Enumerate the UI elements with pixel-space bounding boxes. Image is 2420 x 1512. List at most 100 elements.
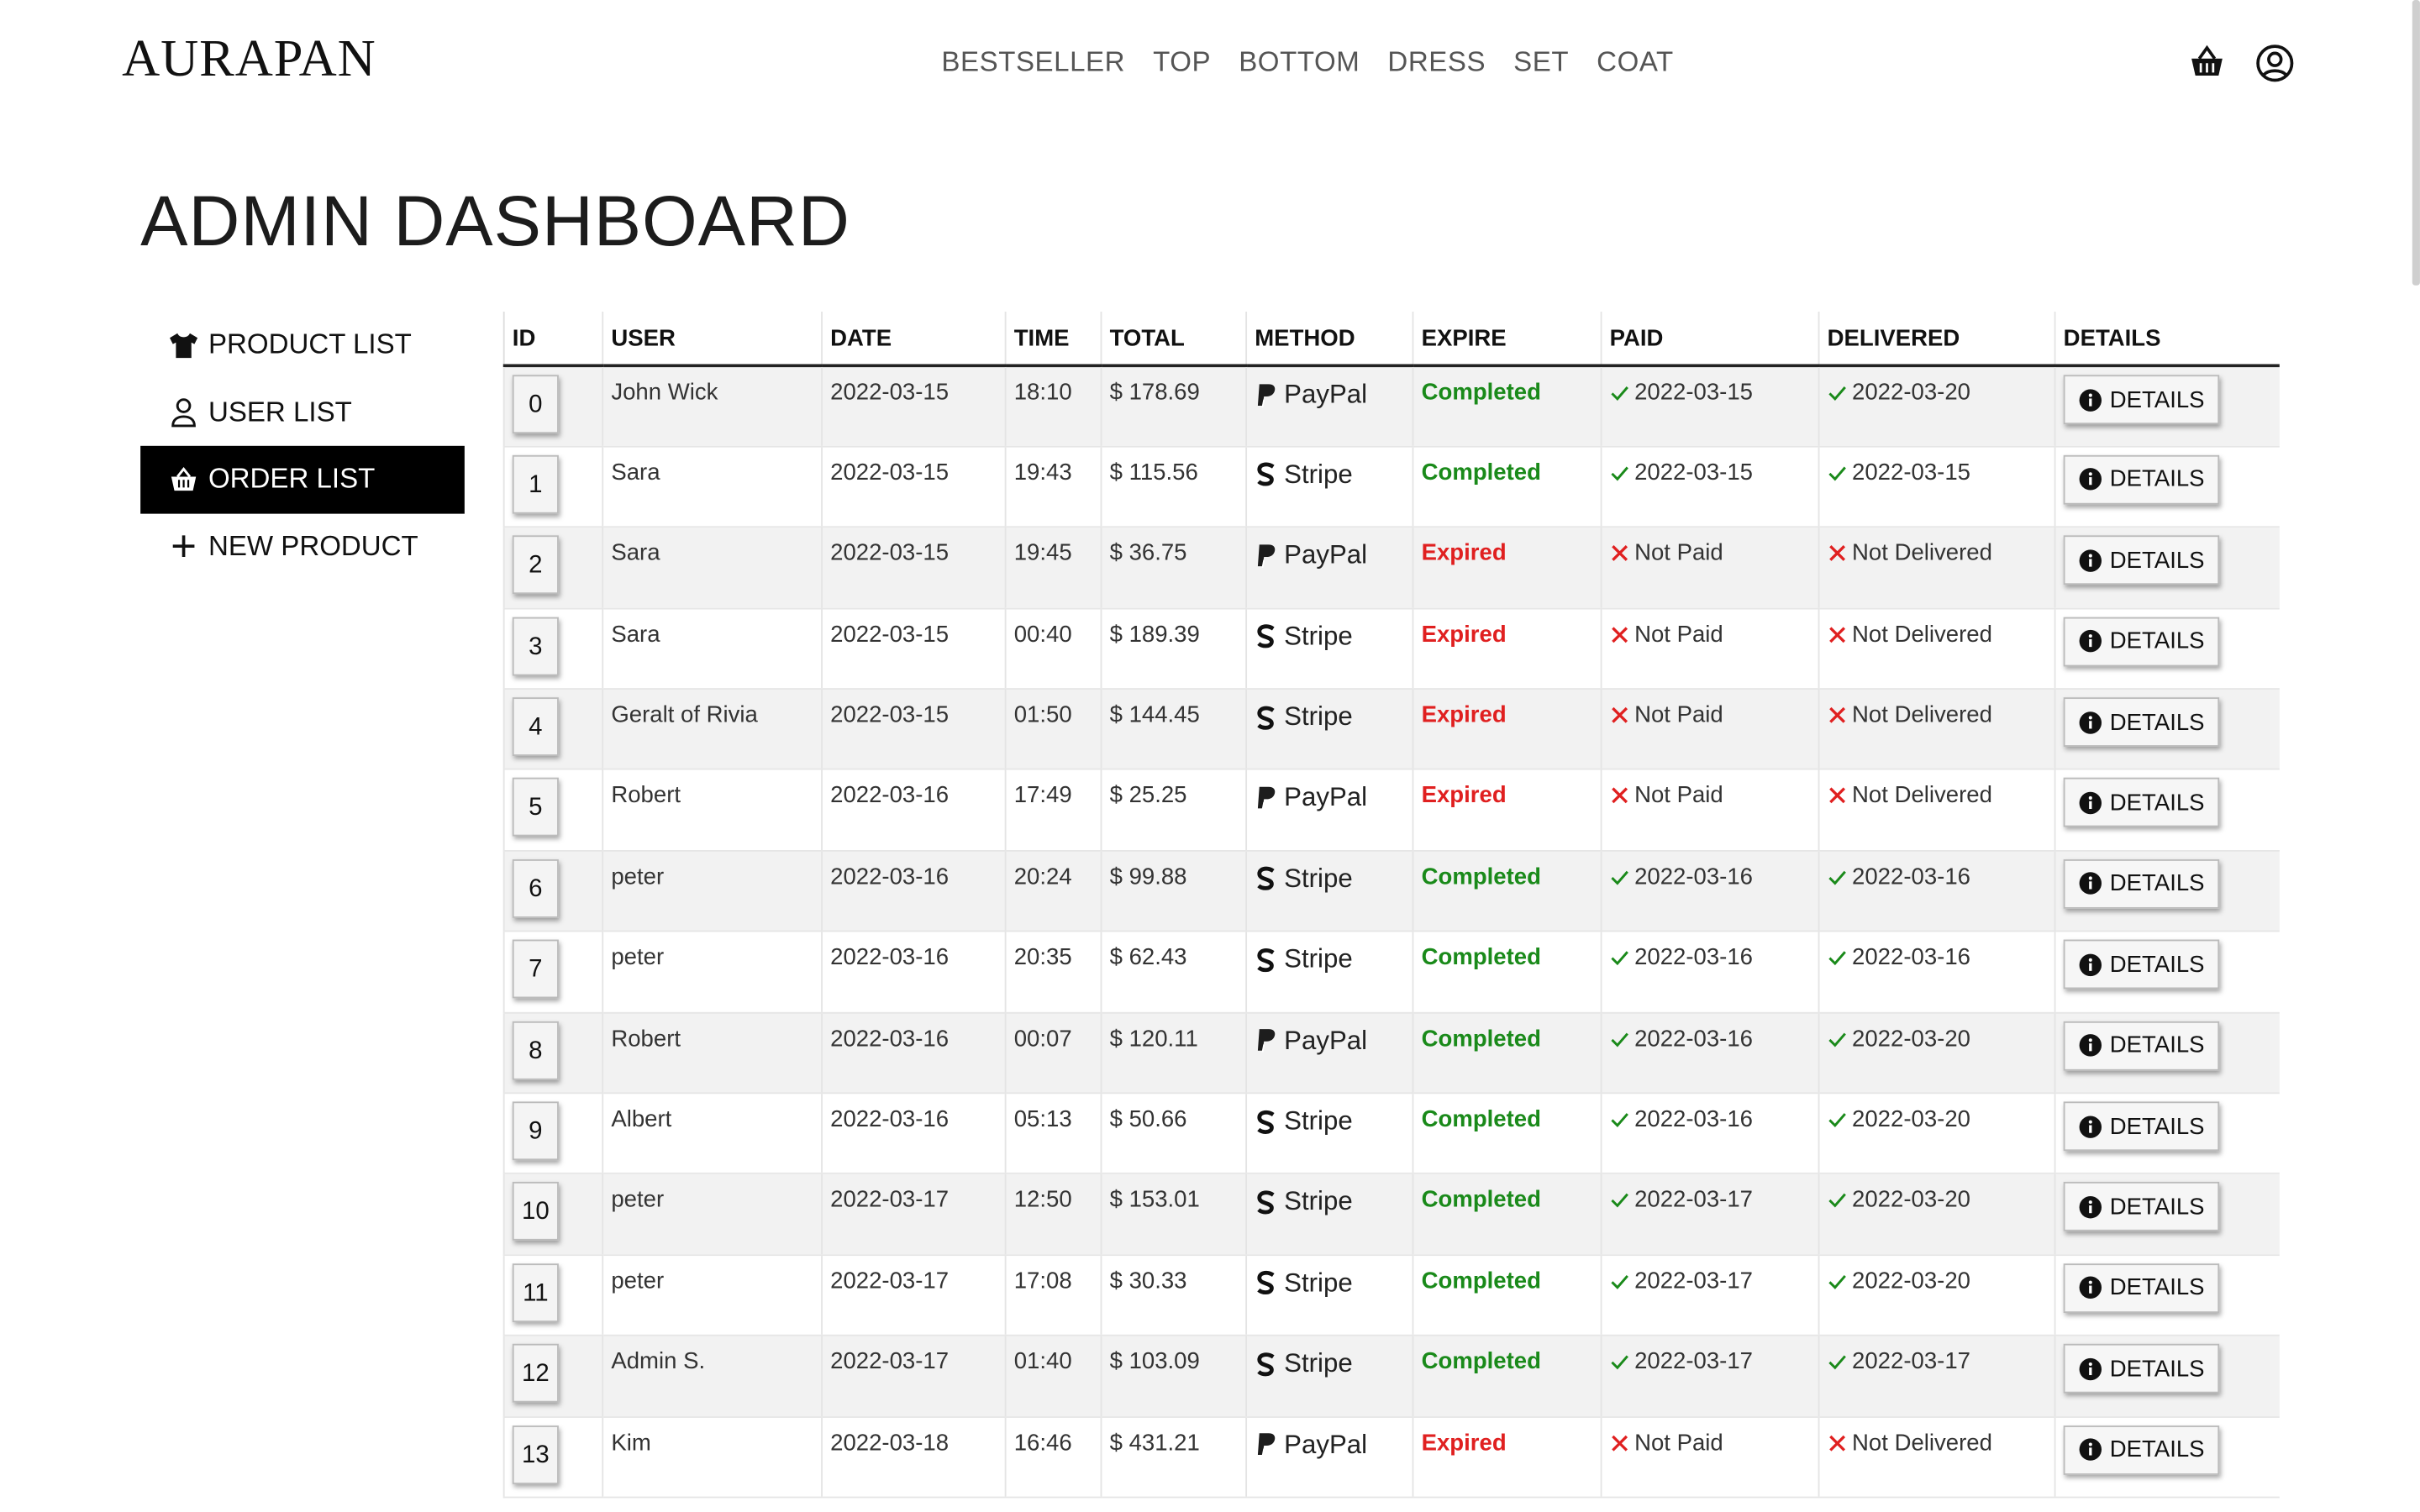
cell-paid: Not Paid <box>1600 607 1819 690</box>
details-button[interactable]: DETAILS <box>2063 1101 2220 1152</box>
check-icon <box>1828 1274 1846 1289</box>
details-button[interactable]: DETAILS <box>2063 1182 2220 1232</box>
info-icon <box>2079 1195 2102 1219</box>
cell-date: 2022-03-16 <box>821 850 1006 932</box>
cell-method: Stripe <box>1245 1336 1413 1418</box>
order-id-button[interactable]: 2 <box>512 535 559 595</box>
cell-delivered: 2022-03-20 <box>1818 1012 2055 1095</box>
delivered-status: 2022-03-17 <box>1852 1348 1970 1375</box>
main-nav: BESTSELLER TOP BOTTOM DRESS SET COAT <box>941 46 1673 79</box>
cell-user: peter <box>602 931 823 1014</box>
user-icon <box>171 398 196 428</box>
order-id-button[interactable]: 8 <box>512 1021 559 1080</box>
order-id-button[interactable]: 9 <box>512 1101 559 1161</box>
method-label: Stripe <box>1284 864 1353 894</box>
details-button[interactable]: DETAILS <box>2063 617 2220 666</box>
stripe-icon <box>1257 705 1275 729</box>
details-button[interactable]: DETAILS <box>2063 778 2220 828</box>
user-circle-icon[interactable] <box>2254 43 2295 83</box>
details-button[interactable]: DETAILS <box>2063 375 2220 425</box>
cell-date: 2022-03-15 <box>821 607 1006 690</box>
cell-total: $ 144.45 <box>1100 689 1247 771</box>
cell-user: peter <box>602 1173 823 1256</box>
cell-expire: Completed <box>1412 931 1602 1014</box>
order-id-button[interactable]: 1 <box>512 454 559 514</box>
stripe-icon <box>1257 624 1275 648</box>
col-details: DETAILS <box>2054 312 2279 368</box>
scrollbar[interactable] <box>2412 0 2420 286</box>
nav-top[interactable]: TOP <box>1153 46 1211 79</box>
sidebar-item-product-list[interactable]: PRODUCT LIST <box>140 312 465 379</box>
paypal-icon <box>1257 383 1276 407</box>
stripe-icon <box>1257 1190 1275 1215</box>
order-id-button[interactable]: 10 <box>512 1182 559 1242</box>
cell-user: Kim <box>602 1416 823 1499</box>
details-button[interactable]: DETAILS <box>2063 1021 2220 1070</box>
cell-method: Stripe <box>1245 607 1413 690</box>
cell-total: $ 431.21 <box>1100 1416 1247 1499</box>
sidebar-item-user-list[interactable]: USER LIST <box>140 379 465 446</box>
cell-expire: Completed <box>1412 1173 1602 1256</box>
cell-time: 00:40 <box>1004 607 1102 690</box>
nav-bestseller[interactable]: BESTSELLER <box>941 46 1125 79</box>
cell-delivered: 2022-03-20 <box>1818 365 2055 448</box>
cell-delivered: 2022-03-16 <box>1818 931 2055 1014</box>
paid-status: Not Paid <box>1634 783 1723 810</box>
cell-total: $ 120.11 <box>1100 1012 1247 1095</box>
cell-delivered: 2022-03-15 <box>1818 446 2055 528</box>
cell-id: 2 <box>502 527 603 609</box>
order-id-button[interactable]: 12 <box>512 1344 559 1403</box>
col-time: TIME <box>1004 312 1102 368</box>
stripe-icon <box>1257 1271 1275 1295</box>
table-row: 10 peter 2022-03-17 12:50 $ 153.01 Stripe Comp… <box>502 1173 2279 1256</box>
cell-time: 20:35 <box>1004 931 1102 1014</box>
cell-method: Stripe <box>1245 1173 1413 1256</box>
cell-delivered: Not Delivered <box>1818 769 2055 852</box>
check-icon <box>1611 1032 1628 1047</box>
order-id-button[interactable]: 13 <box>512 1425 559 1484</box>
delivered-status: Not Delivered <box>1852 621 1992 648</box>
details-button[interactable]: DETAILS <box>2063 939 2220 990</box>
logo[interactable]: AURAPAN <box>122 31 376 90</box>
paid-status: Not Paid <box>1634 621 1723 648</box>
cell-method: Stripe <box>1245 850 1413 932</box>
details-button[interactable]: DETAILS <box>2063 1425 2220 1475</box>
cross-icon <box>1612 788 1628 805</box>
order-id-button[interactable]: 5 <box>512 778 559 837</box>
basket-icon[interactable] <box>2187 43 2228 83</box>
order-id-button[interactable]: 7 <box>512 939 559 999</box>
paid-status: Not Paid <box>1634 1429 1723 1457</box>
nav-coat[interactable]: COAT <box>1597 46 1674 79</box>
details-button[interactable]: DETAILS <box>2063 535 2220 585</box>
details-button[interactable]: DETAILS <box>2063 697 2220 748</box>
order-id-button[interactable]: 3 <box>512 617 559 675</box>
expire-status: Completed <box>1421 864 1541 890</box>
table-row: 7 peter 2022-03-16 20:35 $ 62.43 Stripe Comple… <box>502 931 2279 1014</box>
details-button[interactable]: DETAILS <box>2063 454 2220 505</box>
cell-date: 2022-03-17 <box>821 1254 1006 1336</box>
delivered-status: Not Delivered <box>1852 540 1992 567</box>
cell-delivered: 2022-03-17 <box>1818 1336 2055 1418</box>
details-button[interactable]: DETAILS <box>2063 1344 2220 1394</box>
cell-date: 2022-03-15 <box>821 446 1006 528</box>
cell-time: 17:08 <box>1004 1254 1102 1336</box>
table-header-row: ID USER DATE TIME TOTAL METHOD EXPIRE PA… <box>502 312 2279 368</box>
sidebar-item-new-product[interactable]: NEW PRODUCT <box>140 513 465 580</box>
order-id-button[interactable]: 0 <box>512 375 559 434</box>
check-icon <box>1611 951 1628 966</box>
cell-id: 8 <box>502 1012 603 1095</box>
order-id-button[interactable]: 6 <box>512 858 559 918</box>
nav-bottom[interactable]: BOTTOM <box>1239 46 1360 79</box>
expire-status: Expired <box>1421 621 1507 648</box>
cell-time: 05:13 <box>1004 1093 1102 1175</box>
nav-set[interactable]: SET <box>1513 46 1569 79</box>
details-button[interactable]: DETAILS <box>2063 1263 2220 1313</box>
order-id-button[interactable]: 4 <box>512 697 559 757</box>
cell-method: Stripe <box>1245 1093 1413 1175</box>
details-button[interactable]: DETAILS <box>2063 858 2220 909</box>
nav-dress[interactable]: DRESS <box>1387 46 1486 79</box>
table-row: 5 Robert 2022-03-16 17:49 $ 25.25 PayPal Expir… <box>502 769 2279 852</box>
sidebar-item-order-list[interactable]: ORDER LIST <box>140 445 465 513</box>
expire-status: Completed <box>1421 1348 1541 1375</box>
order-id-button[interactable]: 11 <box>512 1263 559 1322</box>
